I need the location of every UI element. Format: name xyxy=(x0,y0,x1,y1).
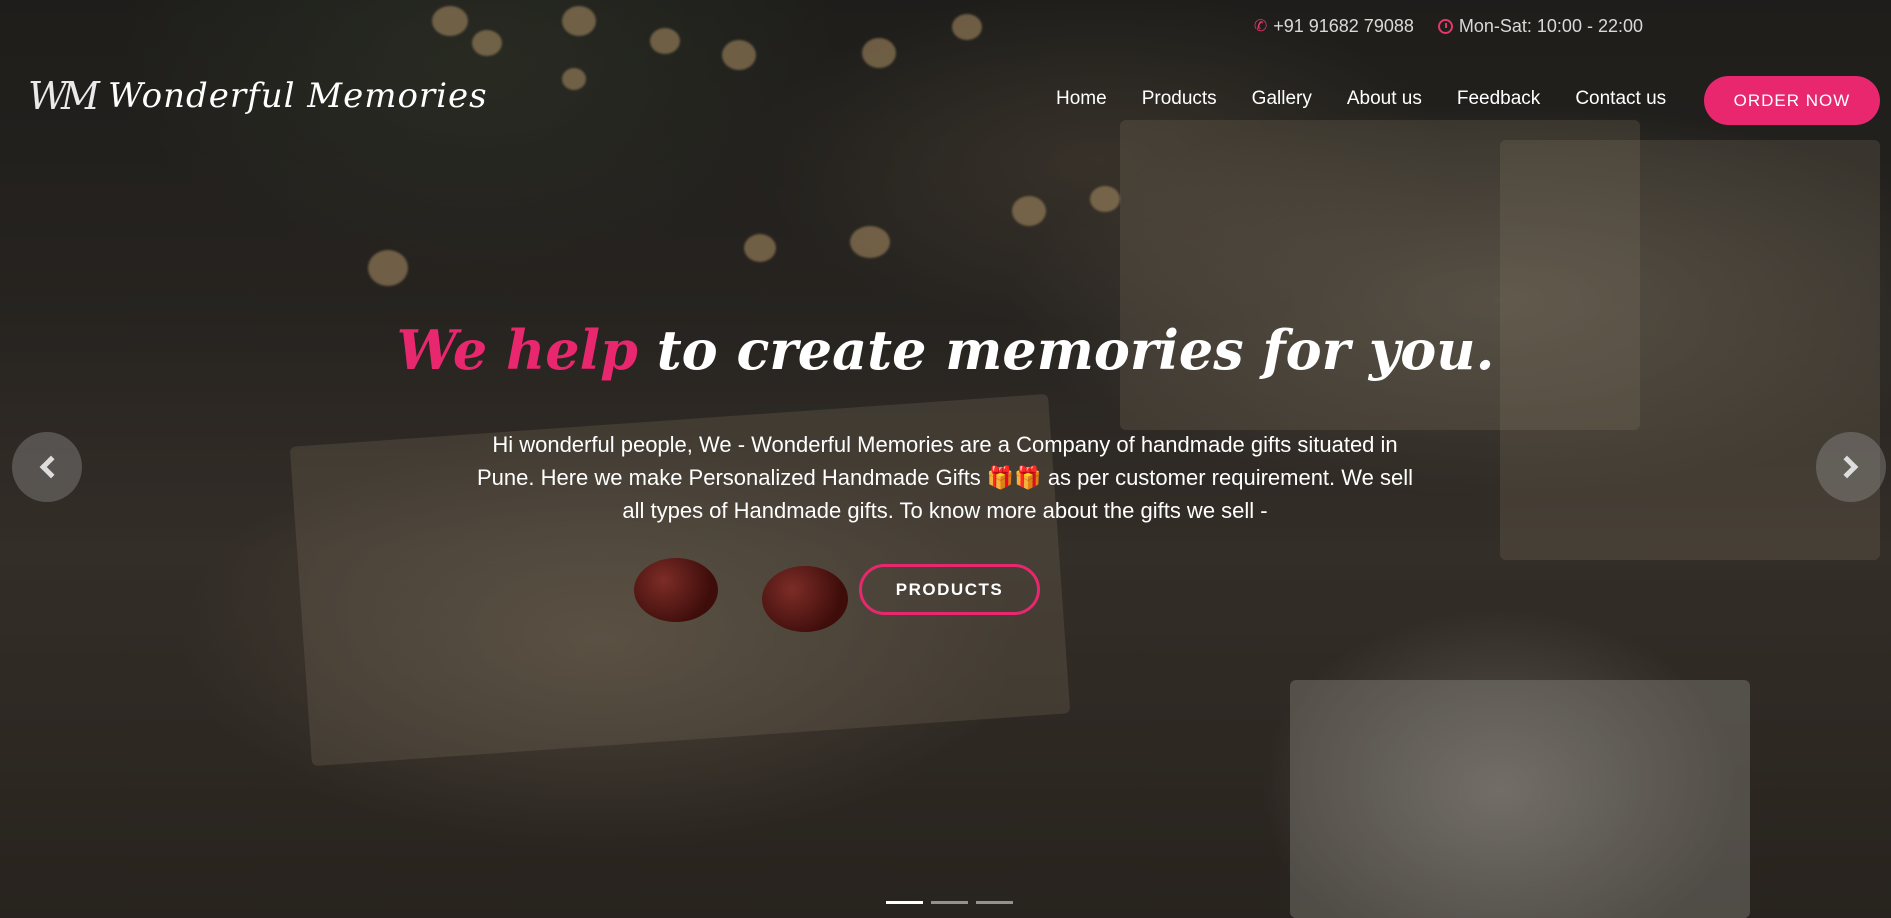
carousel-indicator-3[interactable] xyxy=(976,901,1013,904)
headline-accent: We help xyxy=(396,318,638,382)
phone-number: +91 91682 79088 xyxy=(1273,15,1414,36)
hours-text: Mon-Sat: 10:00 - 22:00 xyxy=(1458,15,1643,36)
carousel-indicator-1[interactable] xyxy=(886,901,923,904)
order-now-button[interactable]: ORDER NOW xyxy=(1704,76,1880,125)
business-hours: Mon-Sat: 10:00 - 22:00 xyxy=(1437,15,1643,37)
chevron-left-icon xyxy=(39,455,63,479)
logo-mark: WM xyxy=(28,74,100,118)
clock-icon xyxy=(1437,18,1453,34)
phone-contact[interactable]: ✆ +91 91682 79088 xyxy=(1254,16,1414,37)
nav-home[interactable]: Home xyxy=(1056,88,1107,110)
nav-gallery[interactable]: Gallery xyxy=(1252,88,1312,110)
phone-icon: ✆ xyxy=(1253,18,1268,35)
products-button[interactable]: PRODUCTS xyxy=(859,564,1040,615)
carousel-indicators xyxy=(886,901,1013,904)
chevron-right-icon xyxy=(1835,455,1859,479)
nav-about-us[interactable]: About us xyxy=(1347,88,1422,110)
hero-description: Hi wonderful people, We - Wonderful Memo… xyxy=(477,432,1413,523)
carousel-indicator-2[interactable] xyxy=(931,901,968,904)
headline-rest: to create memories for you. xyxy=(637,318,1495,382)
contact-bar: ✆ +91 91682 79088 Mon-Sat: 10:00 - 22:00 xyxy=(1254,14,1643,38)
hero-headline: We help to create memories for you. xyxy=(0,318,1891,382)
main-nav: Home Products Gallery About us Feedback … xyxy=(1056,88,1666,110)
nav-feedback[interactable]: Feedback xyxy=(1457,88,1540,110)
nav-products[interactable]: Products xyxy=(1142,88,1217,110)
site-logo[interactable]: WM Wonderful Memories xyxy=(28,74,488,118)
carousel-prev-button[interactable] xyxy=(12,432,82,502)
nav-contact-us[interactable]: Contact us xyxy=(1575,88,1666,110)
carousel-next-button[interactable] xyxy=(1816,432,1886,502)
logo-text: Wonderful Memories xyxy=(107,76,488,116)
